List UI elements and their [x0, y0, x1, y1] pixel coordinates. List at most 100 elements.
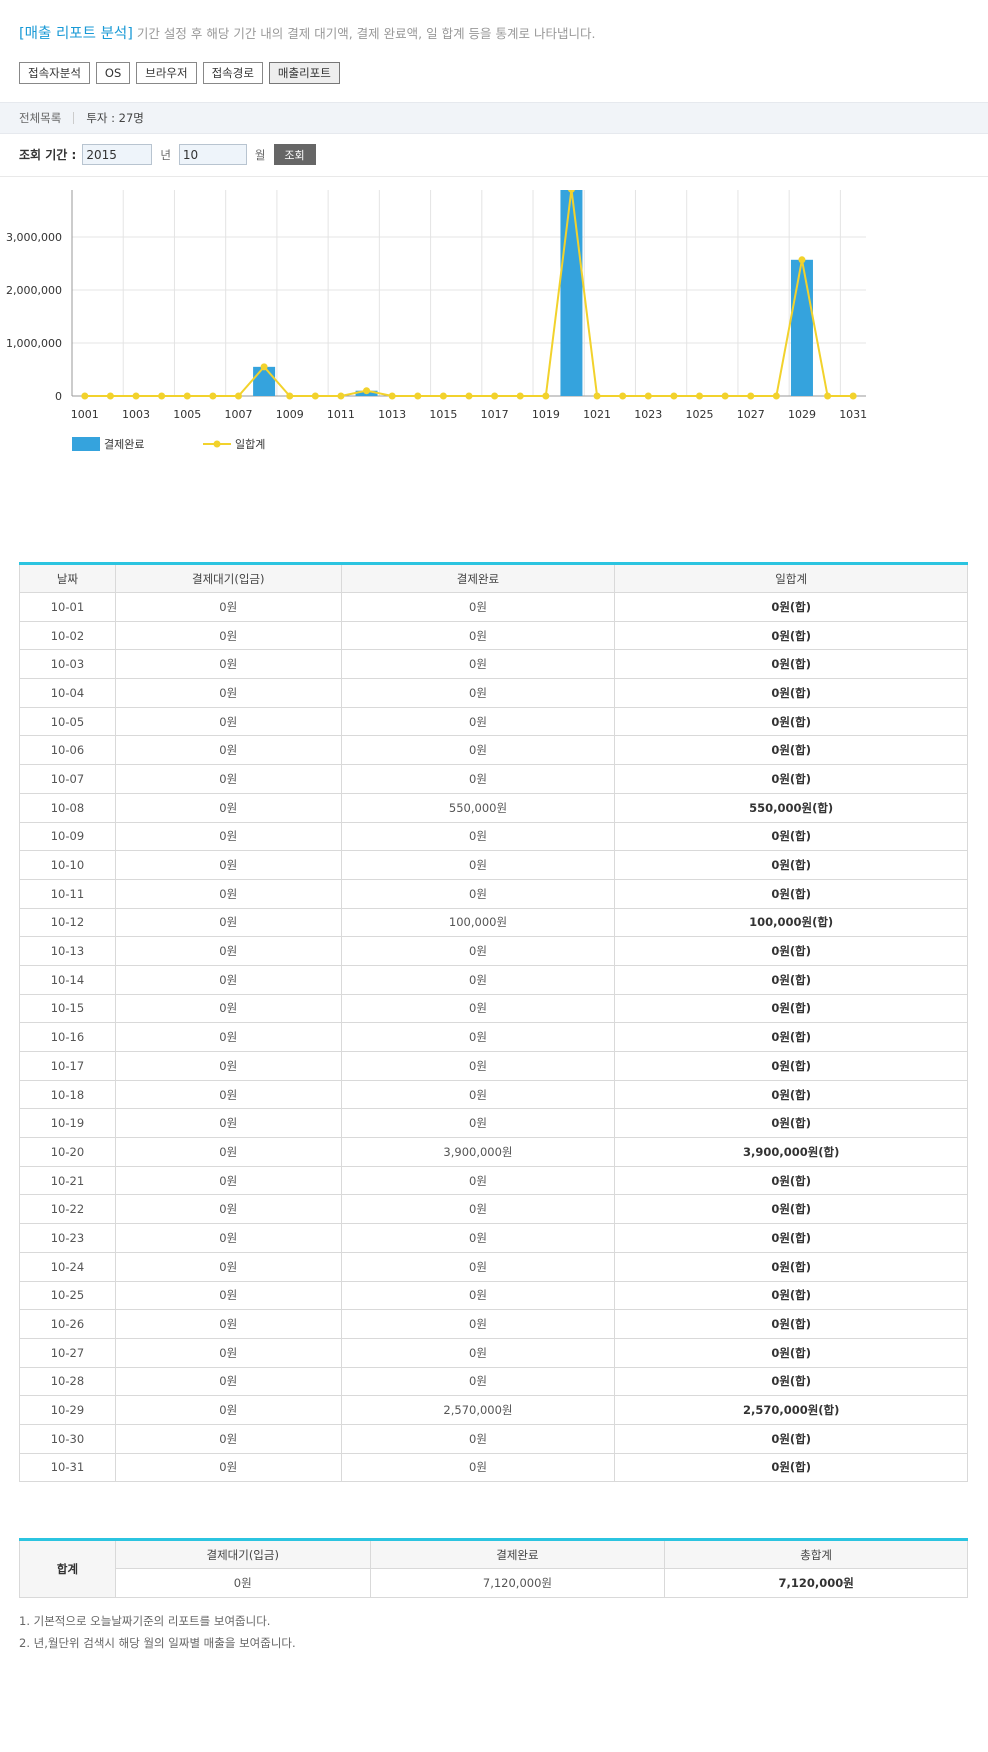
cell-date: 10-01 [19, 592, 116, 622]
data-point [747, 392, 755, 400]
cell-pending: 0원 [114, 1280, 342, 1311]
search-button[interactable]: 조회 [273, 144, 316, 165]
cell-completed: 3,900,000원 [340, 1137, 616, 1167]
bar [790, 259, 813, 396]
cell-completed: 0원 [340, 1223, 616, 1253]
table-row: 10-09 0원 0원 0원(합) [19, 821, 968, 852]
cell-daily-total: 0원(합) [614, 1452, 968, 1483]
bar [253, 366, 276, 396]
data-point [106, 392, 114, 400]
cell-completed: 0원 [340, 1423, 616, 1454]
cell-daily-total: 0원(합) [614, 1079, 968, 1110]
tab-visitor-analysis[interactable]: 접속자분석 [19, 62, 90, 84]
x-tick-label: 1031 [839, 408, 867, 421]
cell-completed: 0원 [340, 850, 616, 880]
cell-daily-total: 0원(합) [614, 1423, 968, 1454]
cell-pending: 0원 [114, 1108, 342, 1139]
cell-daily-total: 0원(합) [614, 1337, 968, 1368]
cell-pending: 0원 [114, 1337, 342, 1368]
x-tick-label: 1001 [71, 408, 99, 421]
all-list-link[interactable]: 전체목록 [19, 110, 61, 126]
cell-date: 10-06 [19, 735, 116, 766]
cell-pending: 0원 [114, 1366, 342, 1397]
legend-label: 일합계 [235, 437, 265, 451]
table-row: 10-07 0원 0원 0원(합) [19, 764, 968, 794]
sales-chart: 0 1,000,000 2,000,000 3,000,000 4,000,000 100… [6, 190, 867, 451]
cell-date: 10-28 [19, 1366, 116, 1397]
data-point [132, 392, 140, 400]
cell-daily-total: 0원(합) [614, 821, 968, 852]
info-bar: 전체목록 투자 : 27명 [0, 102, 988, 134]
y-tick-label: 4,000,000 [6, 190, 62, 191]
x-tick-label: 1015 [429, 408, 457, 421]
divider [0, 176, 988, 177]
cell-daily-total: 0원(합) [614, 1165, 968, 1196]
total-value-row: 0원 7,120,000원 7,120,000원 [20, 1568, 968, 1598]
total-completed-value: 7,120,000원 [369, 1568, 666, 1598]
tab-sales-report[interactable]: 매출리포트 [268, 62, 340, 84]
cell-completed: 0원 [340, 1309, 616, 1339]
data-point [824, 392, 832, 400]
cell-completed: 2,570,000원 [340, 1395, 616, 1425]
daily-sales-rows: 10-01 0원 0원 0원(합) 10-02 0원 0원 0원(합) 10-03 0원 0원 0원(… [19, 592, 968, 1483]
cell-date: 10-09 [19, 821, 116, 852]
x-tick-label: 1021 [583, 408, 611, 421]
total-pending-value: 0원 [114, 1568, 371, 1598]
x-tick-label: 1009 [276, 408, 304, 421]
cell-daily-total: 0원(합) [614, 649, 968, 680]
table-row: 10-08 0원 550,000원 550,000원(합) [19, 792, 968, 823]
month-input[interactable] [178, 144, 247, 165]
cell-pending: 0원 [114, 850, 342, 880]
cell-date: 10-04 [19, 678, 116, 708]
cell-pending: 0원 [114, 706, 342, 737]
total-table: 합계 결제대기(입금) 결제완료 총합계 0원 7,120,000원 7,120… [19, 1538, 968, 1598]
cell-completed: 0원 [340, 1280, 616, 1311]
cell-date: 10-26 [19, 1309, 116, 1339]
tab-browser[interactable]: 브라우저 [136, 62, 197, 84]
total-header-completed: 결제완료 [369, 1539, 666, 1569]
x-tick-label: 1029 [788, 408, 816, 421]
cell-completed: 550,000원 [340, 792, 616, 823]
data-point [721, 392, 729, 400]
cell-daily-total: 0원(합) [614, 1223, 968, 1253]
table-row: 10-30 0원 0원 0원(합) [19, 1423, 968, 1454]
cell-completed: 0원 [340, 1022, 616, 1052]
data-point [849, 392, 857, 400]
cell-date: 10-24 [19, 1251, 116, 1282]
y-tick-label: 0 [55, 390, 62, 403]
cell-pending: 0원 [114, 964, 342, 995]
data-point [619, 392, 627, 400]
table-row: 10-19 0원 0원 0원(합) [19, 1108, 968, 1139]
cell-date: 10-27 [19, 1337, 116, 1368]
cell-pending: 0원 [114, 678, 342, 708]
table-row: 10-28 0원 0원 0원(합) [19, 1366, 968, 1397]
cell-daily-total: 550,000원(합) [614, 792, 968, 823]
notes: 1. 기본적으로 오늘날짜기준의 리포트를 보여줍니다. 2. 년,월단위 검색… [19, 1610, 296, 1654]
cell-pending: 0원 [114, 1165, 342, 1196]
divider [73, 112, 75, 124]
cell-date: 10-15 [19, 993, 116, 1024]
table-row: 10-16 0원 0원 0원(합) [19, 1022, 968, 1052]
cell-completed: 0원 [340, 964, 616, 995]
page-title: [매출 리포트 분석] [19, 26, 133, 42]
year-unit-label: 년 [160, 147, 171, 162]
cell-completed: 0원 [340, 678, 616, 708]
column-header-daily-total: 일합계 [614, 563, 968, 593]
cell-completed: 0원 [340, 1337, 616, 1368]
table-row: 10-04 0원 0원 0원(합) [19, 678, 968, 708]
legend-swatch-point [213, 440, 221, 448]
tab-os[interactable]: OS [95, 62, 131, 84]
cell-pending: 0원 [114, 1423, 342, 1454]
cell-pending: 0원 [114, 592, 342, 622]
cell-daily-total: 2,570,000원(합) [614, 1395, 968, 1425]
cell-daily-total: 0원(합) [614, 993, 968, 1024]
cell-pending: 0원 [114, 821, 342, 852]
year-input[interactable] [82, 144, 153, 165]
cell-date: 10-11 [19, 878, 116, 909]
tab-referrer[interactable]: 접속경로 [202, 62, 263, 84]
cell-pending: 0원 [114, 1395, 342, 1425]
cell-daily-total: 0원(합) [614, 1108, 968, 1139]
cell-daily-total: 0원(합) [614, 1194, 968, 1225]
cell-completed: 0원 [340, 764, 616, 794]
cell-completed: 0원 [340, 649, 616, 680]
